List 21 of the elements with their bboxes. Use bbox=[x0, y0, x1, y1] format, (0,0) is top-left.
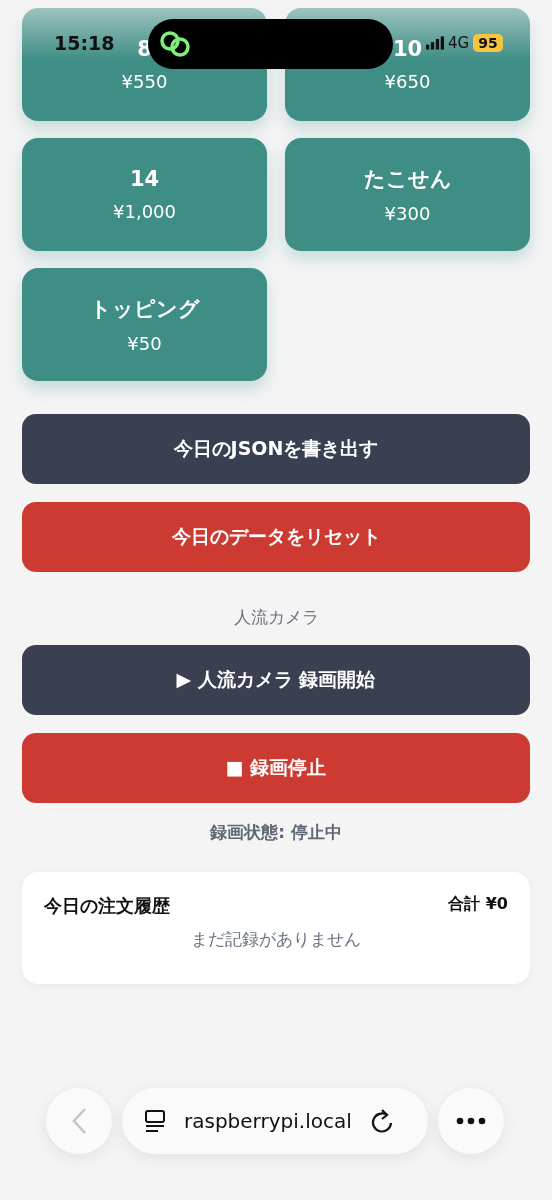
product-button[interactable]: たこせん ¥300 bbox=[285, 138, 530, 251]
product-button[interactable]: 14 ¥1,000 bbox=[22, 138, 267, 251]
recording-status: 録画状態: 停止中 bbox=[209, 821, 343, 844]
battery-level: 95 bbox=[473, 34, 503, 52]
network-type: 4G bbox=[448, 34, 470, 52]
url-text[interactable]: raspberrypi.local bbox=[184, 1109, 352, 1133]
page-menu-icon bbox=[144, 1109, 166, 1133]
record-button[interactable]: ■ 録画停止 bbox=[22, 733, 530, 803]
more-icon bbox=[456, 1117, 486, 1125]
action-button[interactable]: 今日のJSONを書き出す bbox=[22, 414, 530, 484]
record-button[interactable]: ▶ 人流カメラ 録画開始 bbox=[22, 645, 530, 715]
chain-link-icon bbox=[158, 29, 192, 59]
empty-message: まだ記録がありません bbox=[190, 928, 362, 951]
history-title: 今日の注文履歴 bbox=[44, 894, 170, 918]
status-time: 15:18 bbox=[54, 32, 115, 54]
product-button[interactable]: トッピング ¥50 bbox=[22, 268, 267, 381]
reload-icon[interactable] bbox=[369, 1108, 394, 1134]
action-button[interactable]: 今日のデータをリセット bbox=[22, 502, 530, 572]
section-label: 人流カメラ bbox=[232, 606, 320, 629]
history-total: 合計 ¥0 bbox=[448, 894, 508, 915]
signal-icon bbox=[426, 35, 444, 51]
